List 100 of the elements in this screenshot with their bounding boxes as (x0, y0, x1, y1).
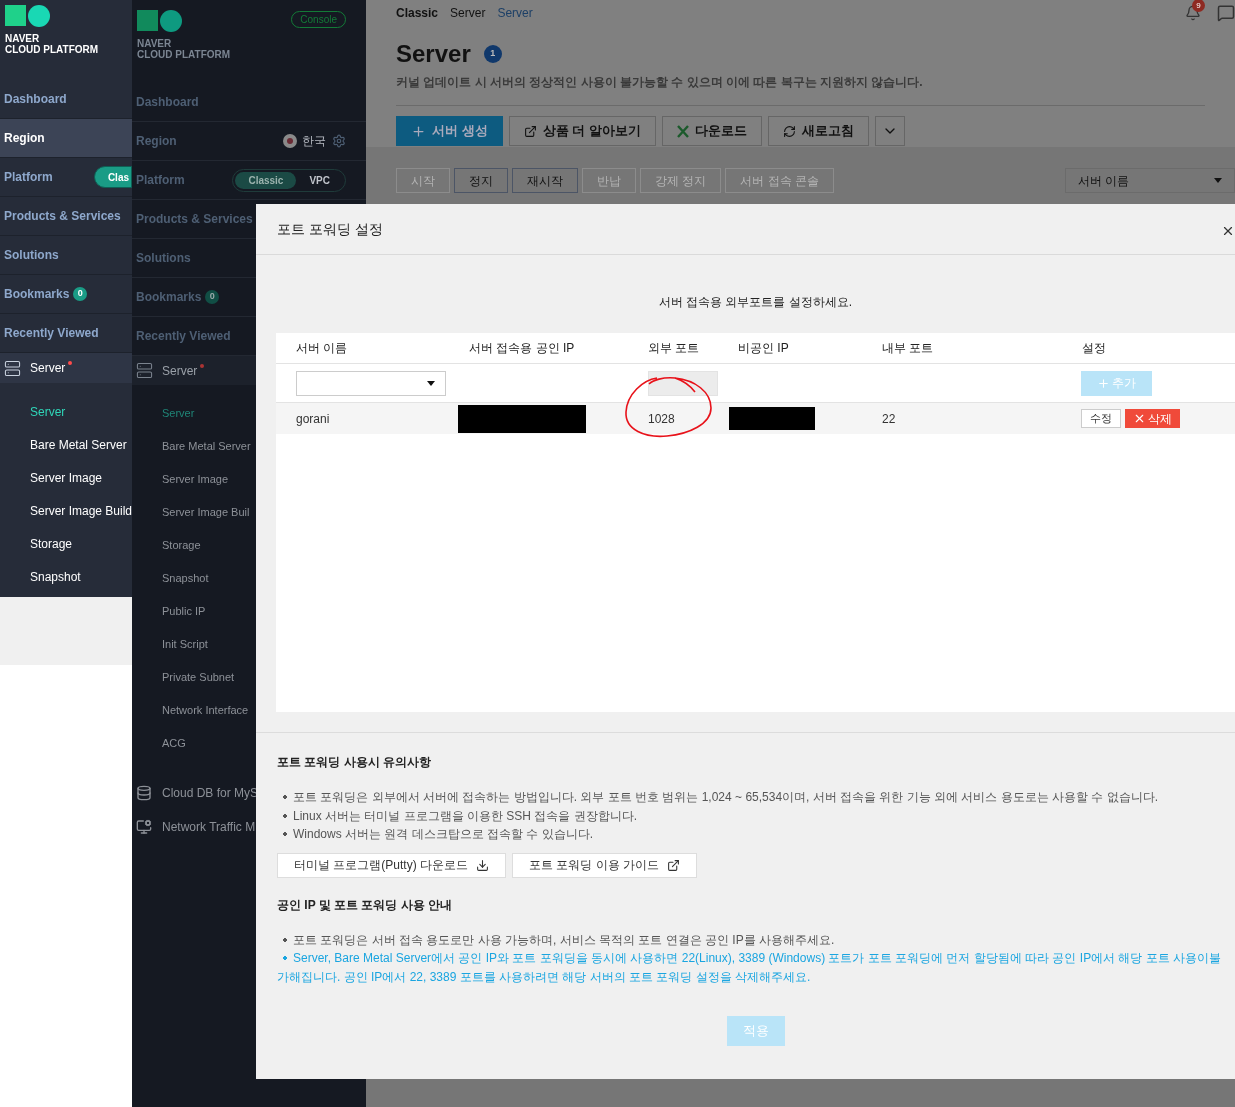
logo-icon (137, 10, 183, 32)
submenu-item[interactable]: Snapshot (30, 567, 81, 586)
menu-label: Products & Services (136, 211, 253, 228)
menu-label: Server (30, 360, 66, 377)
menu-label: Recently Viewed (4, 325, 99, 342)
submenu-item[interactable]: Bare Metal Server (162, 438, 251, 455)
settings-icon[interactable] (332, 134, 346, 148)
menu-label: Platform (4, 169, 53, 186)
action-button[interactable]: 정지 (454, 168, 508, 193)
server-icon (4, 359, 21, 377)
link-button[interactable]: 포트 포워딩 이용 가이드 (512, 852, 698, 878)
plus-icon (411, 123, 426, 139)
menu-label: Platform (136, 172, 185, 189)
caret-icon (427, 380, 435, 386)
menu-label: Products & Services (4, 208, 121, 225)
instruction-text: 서버 접속용 외부포트를 설정하세요. (658, 294, 853, 311)
download-icon (476, 858, 489, 872)
table-cell-text: gorani (295, 410, 330, 428)
submenu-item[interactable]: Snapshot (162, 570, 209, 587)
more-button[interactable] (874, 116, 905, 146)
breadcrumb-item[interactable]: Server (450, 4, 486, 22)
caret-icon (1214, 178, 1222, 183)
submenu-item[interactable]: Storage (162, 537, 201, 554)
x-mark-icon (676, 124, 689, 138)
edit-button[interactable]: 수정 (1081, 409, 1121, 428)
menu-item[interactable]: Products & Services (0, 197, 132, 236)
external-link-icon (523, 124, 537, 138)
table-cell-text: 1028 (647, 410, 675, 428)
column-header: 서버 이름 (295, 340, 348, 357)
refresh-icon (782, 124, 796, 138)
region-label: 한국 (302, 133, 326, 150)
menu-label: Recently Viewed (136, 328, 231, 345)
menu-label[interactable]: Network Traffic M (162, 818, 256, 836)
brand-name: NAVER CLOUD PLATFORM (5, 33, 99, 55)
menu-item[interactable]: Platform Classic VPC (132, 161, 366, 200)
menu-item[interactable]: Solutions (0, 236, 132, 275)
toggle-option[interactable]: Classic (235, 171, 297, 189)
external-link-icon (667, 858, 681, 872)
server-icon (136, 362, 153, 379)
submenu-item[interactable]: Server Image Buil (162, 504, 250, 521)
column-header: 비공인 IP (737, 340, 789, 357)
menu-label: Dashboard (136, 94, 199, 111)
port-input[interactable] (648, 370, 718, 396)
menu-label: Region (4, 130, 45, 147)
breadcrumb-item[interactable]: Classic (396, 4, 439, 22)
column-header: 내부 포트 (881, 340, 934, 357)
page-title: Server (396, 39, 471, 69)
delete-button[interactable]: 삭제 (1125, 409, 1180, 428)
menu-label: Bookmarks (136, 289, 202, 306)
section-heading: 공인 IP 및 포트 포워딩 사용 안내 (277, 896, 454, 914)
search-select[interactable]: 서버 이름 (1065, 168, 1235, 193)
bell-icon[interactable] (1185, 5, 1201, 21)
menu-item[interactable]: Bookmarks 0 (0, 275, 132, 314)
table-cell-text: 22 (881, 410, 896, 428)
submenu-item[interactable]: ACG (162, 735, 186, 752)
table-row[interactable]: gorani 1028 22 수정 삭제 (276, 403, 1235, 434)
submenu-item[interactable]: Private Subnet (162, 669, 235, 686)
menu-label: Server (162, 362, 198, 380)
flag-icon (283, 134, 297, 148)
toolbar-button[interactable]: 상품 더 알아보기 (508, 116, 656, 146)
count-badge: 9 (1192, 0, 1205, 12)
menu-item[interactable]: Platform Clas (0, 158, 132, 197)
plus-icon (1097, 376, 1110, 390)
count-badge: 1 (483, 45, 502, 63)
submenu-item[interactable]: Server Image (162, 471, 229, 488)
count-badge: 0 (205, 290, 220, 304)
menu-label: Bookmarks (4, 286, 70, 303)
toolbar-button[interactable]: 새로고침 (767, 116, 869, 146)
submenu-item[interactable]: Public IP (162, 603, 206, 620)
platform-toggle[interactable]: Clas (93, 166, 132, 188)
submenu-item[interactable]: Server Image Build (30, 501, 132, 520)
close-icon (1133, 412, 1146, 425)
brand-name: NAVER CLOUD PLATFORM (137, 38, 231, 60)
menu-label: Region (136, 133, 177, 150)
action-button[interactable]: 재시작 (512, 168, 578, 193)
column-header: 서버 접속용 공인 IP (468, 340, 575, 357)
database-icon (136, 785, 152, 801)
submenu-item[interactable]: Network Interface (162, 702, 249, 719)
section-heading: 포트 포워딩 사용시 유의사항 (277, 754, 432, 771)
notice-text: 커널 업데이트 시 서버의 정상적인 사용이 불가능할 수 있으며 이에 따른 복구는 지원하지 않습니다. (396, 74, 924, 91)
submenu-item[interactable]: Server (30, 402, 66, 421)
logo-icon (5, 5, 51, 27)
submenu-item[interactable]: Server Image (30, 468, 103, 487)
menu-label: Dashboard (4, 91, 67, 108)
toolbar-button[interactable]: 다운로드 (661, 116, 762, 146)
monitor-icon (136, 819, 152, 835)
submenu-item[interactable]: Storage (30, 534, 73, 553)
submenu-item[interactable]: Bare Metal Server (30, 435, 127, 454)
column-header: 외부 포트 (647, 340, 700, 357)
menu-group-header[interactable]: Server (0, 353, 132, 383)
toggle-option[interactable]: VPC (296, 171, 343, 189)
submenu-item[interactable]: Init Script (162, 636, 208, 653)
submenu-item[interactable]: Server (162, 405, 195, 422)
link-button[interactable]: 터미널 프로그램(Putty) 다운로드 (277, 852, 506, 878)
menu-item[interactable]: Region (0, 119, 132, 158)
chat-icon[interactable] (1217, 4, 1235, 22)
close-icon[interactable] (1221, 224, 1235, 238)
column-header: 설정 (1081, 340, 1106, 357)
create-button[interactable]: 서버 생성 (396, 116, 503, 146)
menu-label: Solutions (136, 250, 191, 267)
